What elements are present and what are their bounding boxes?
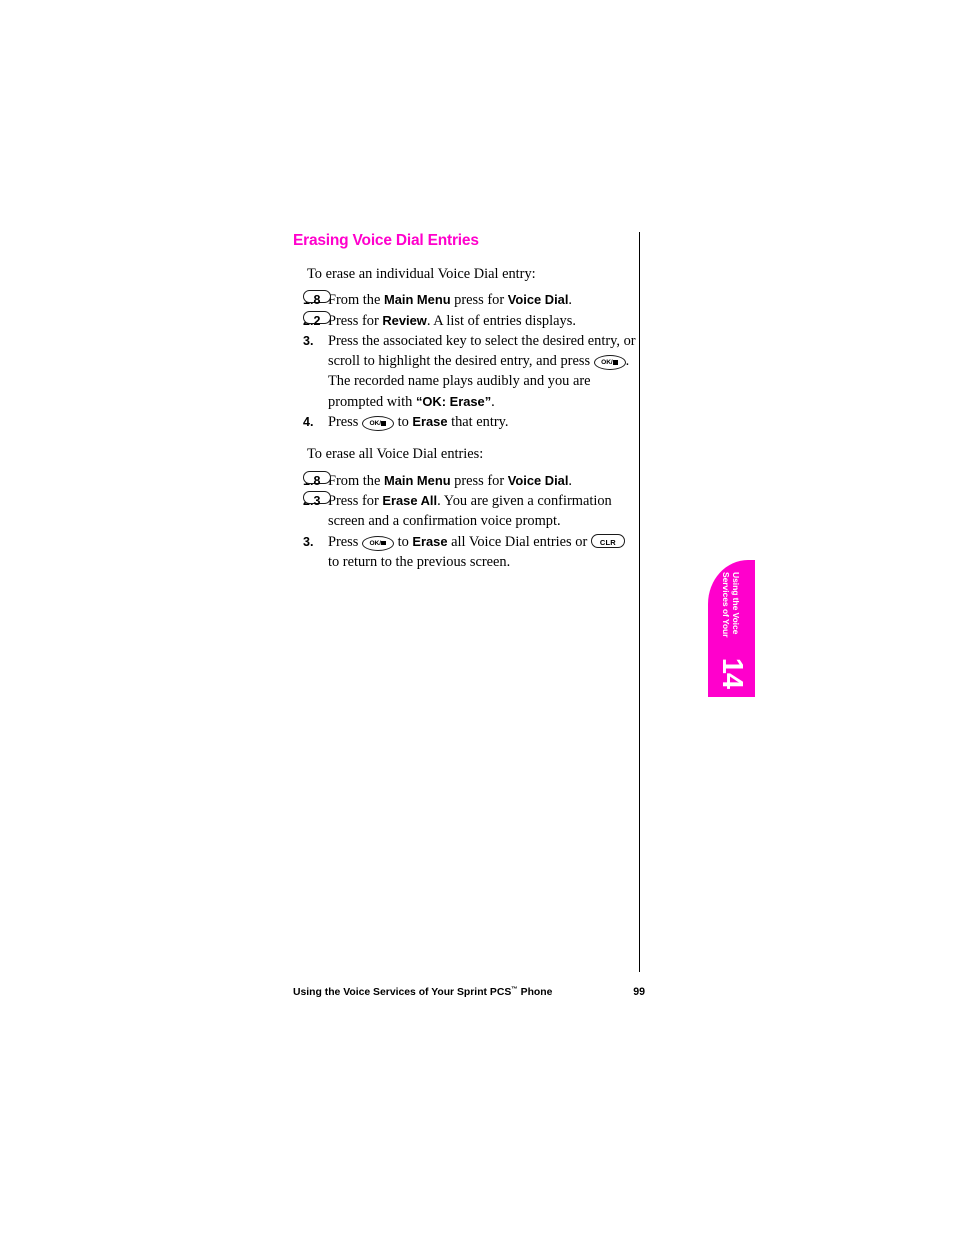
page-footer: Using the Voice Services of Your Sprint …: [293, 986, 645, 998]
step-text: that entry.: [447, 414, 509, 431]
intro-individual: To erase an individual Voice Dial entry:: [307, 266, 536, 282]
step-text: all Voice Dial entries or: [447, 533, 591, 550]
key-2-icon: 2: [303, 310, 331, 327]
list-item: 2.Press 3 for Erase All. You are given a…: [293, 490, 638, 532]
step-text: to: [393, 533, 413, 550]
list-item: 4. Press OK/ to Erase that entry.: [293, 412, 638, 432]
steps-list-individual: 1.From the Main Menu press 8 for Voice D…: [293, 290, 638, 432]
key-clr-icon: CLR: [590, 534, 625, 549]
step-number: 4.: [303, 415, 314, 430]
step-text: press: [450, 472, 488, 489]
list-item: 3. Press the associated key to select the…: [293, 331, 638, 412]
list-item: 1.From the Main Menu press 8 for Voice D…: [293, 290, 638, 310]
step-emphasis: Voice Dial: [507, 292, 569, 308]
step-text: .: [568, 292, 573, 309]
footer-title-suffix: Phone: [517, 987, 553, 998]
list-item: 2.Press 2 for Review. A list of entries …: [293, 310, 638, 331]
step-emphasis: Voice Dial: [507, 472, 569, 488]
key-ok-icon: OK/: [361, 416, 394, 432]
step-text: for: [487, 472, 508, 489]
step-emphasis: Main Menu: [383, 472, 451, 488]
step-number: 3.: [303, 333, 314, 348]
step-text: .: [568, 472, 573, 489]
key-ok-glyph: [613, 360, 619, 365]
step-text: Press the associated key to select the d…: [328, 332, 636, 370]
chapter-tab: Using the Voice Services of Your 14: [708, 560, 755, 697]
step-text: . A list of entries displays.: [426, 312, 576, 329]
step-text: Press: [328, 414, 362, 431]
list-item: 1.From the Main Menu press 8 for Voice D…: [293, 470, 638, 491]
step-emphasis: “OK: Erase”: [415, 393, 492, 409]
key-ok-glyph: [381, 540, 387, 546]
step-emphasis: Erase: [412, 533, 448, 549]
step-text: to return to the previous screen.: [328, 553, 511, 570]
step-number: 3.: [303, 534, 314, 549]
step-text: .: [491, 393, 495, 410]
step-text: From the: [328, 472, 384, 489]
step-emphasis: Main Menu: [383, 292, 451, 308]
page-content: To erase an individual Voice Dial entry:…: [293, 264, 638, 572]
steps-list-all: 1.From the Main Menu press 8 for Voice D…: [293, 470, 638, 573]
vertical-rule-divider: [639, 232, 640, 972]
footer-title-text: Using the Voice Services of Your Sprint …: [293, 987, 512, 998]
manual-page: Erasing Voice Dial Entries To erase an i…: [0, 0, 954, 1235]
step-text: Press: [328, 492, 362, 509]
step-text: for: [361, 312, 383, 329]
footer-title: Using the Voice Services of Your Sprint …: [293, 986, 552, 998]
step-emphasis: Review: [382, 312, 427, 328]
step-text: press: [450, 292, 488, 309]
page-number: 99: [633, 986, 645, 998]
chapter-tab-number: 14: [716, 657, 748, 688]
step-emphasis: Erase All: [382, 492, 438, 508]
key-ok-icon: OK/: [361, 535, 394, 551]
step-text: for: [361, 492, 383, 509]
step-text: From the: [328, 292, 384, 309]
page-title: Erasing Voice Dial Entries: [293, 232, 479, 249]
key-ok-glyph: [381, 421, 387, 426]
step-text: Press: [328, 533, 362, 550]
list-item: 3. Press OK/ to Erase all Voice Dial entr…: [293, 532, 638, 573]
key-ok-icon: OK/: [593, 355, 626, 371]
key-8-icon: 8: [303, 470, 331, 487]
step-text: to: [393, 414, 413, 431]
key-3-icon: 3: [303, 490, 331, 507]
step-text: for: [487, 292, 508, 309]
intro-all: To erase all Voice Dial entries:: [307, 446, 484, 463]
step-text: Press: [328, 312, 362, 329]
step-emphasis: Erase: [412, 414, 448, 430]
key-8-icon: 8: [303, 290, 331, 307]
